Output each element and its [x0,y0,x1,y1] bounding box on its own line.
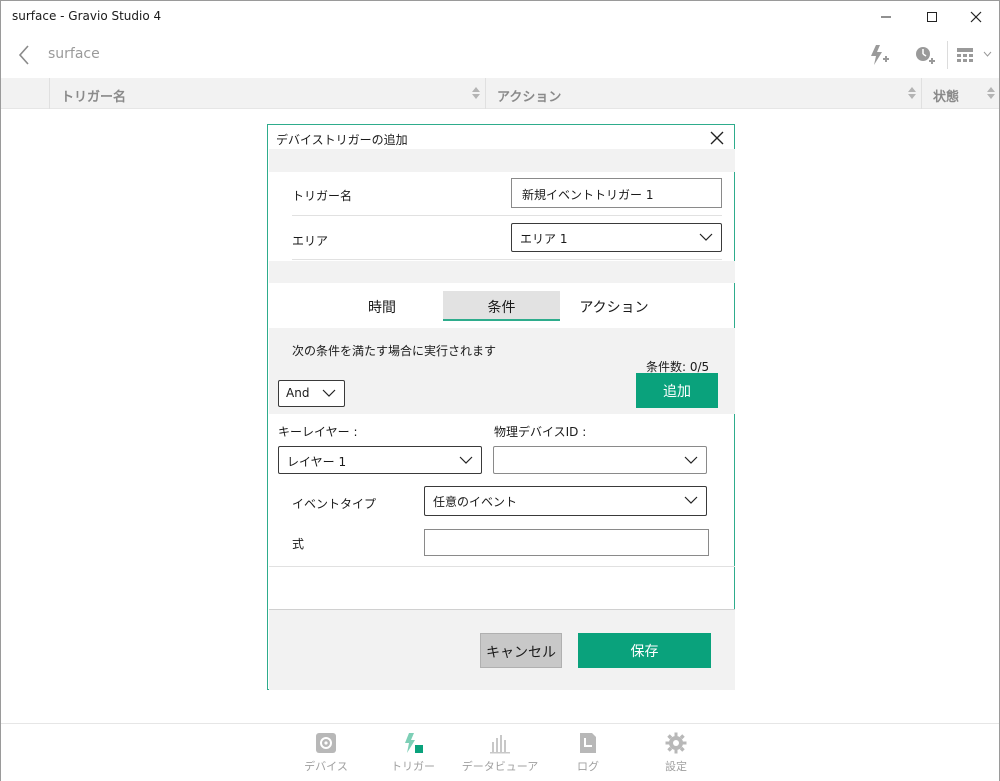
trigger-table-header: トリガー名 アクション 状態 [1,78,999,109]
tab-time[interactable]: 時間 [336,291,428,321]
trigger-name-label: トリガー名 [292,189,353,203]
nav-label-trigger: トリガー [391,760,435,773]
tab-action[interactable]: アクション [568,291,660,321]
nav-item-device[interactable]: デバイス [281,732,371,774]
chevron-down-icon [684,496,698,504]
close-icon [970,11,982,23]
column-separator [921,78,922,109]
dialog-title: デバイストリガーの追加 [276,133,408,147]
expression-input[interactable] [424,529,709,556]
app-window: surface - Gravio Studio 4 surface トリガー名 … [0,0,1000,781]
area-select-value: エリア 1 [520,232,568,246]
sort-icon[interactable] [986,85,996,101]
maximize-button[interactable] [909,1,955,33]
data-viewer-icon [490,735,510,754]
area-select[interactable]: エリア 1 [511,223,722,252]
divider [269,566,735,567]
column-separator [49,78,50,109]
add-trigger-icon[interactable] [867,43,891,67]
column-header-trigger-name[interactable]: トリガー名 [61,86,126,105]
column-separator [485,78,486,109]
area-label: エリア [292,234,329,248]
logic-select-value: And [286,386,310,400]
minimize-icon [881,16,891,18]
chevron-down-icon [322,389,336,397]
close-icon[interactable] [708,129,726,147]
condition-description: 次の条件を満たす場合に実行されます [292,344,497,358]
cancel-button[interactable]: キャンセル [480,633,562,668]
title-bar: surface - Gravio Studio 4 [1,1,999,33]
nav-label-device: デバイス [304,760,348,773]
maximize-icon [927,12,937,22]
chevron-down-icon [459,456,473,464]
nav-item-trigger[interactable]: トリガー [368,732,458,774]
key-layer-label: キーレイヤー : [278,425,358,439]
nav-label-settings: 設定 [665,760,687,773]
nav-label-data-viewer: データビューア [461,760,539,773]
sort-icon[interactable] [471,85,481,101]
settings-icon [665,732,687,754]
add-timer-icon[interactable] [913,43,937,67]
minimize-button[interactable] [863,1,909,33]
chevron-down-icon [699,233,713,241]
tab-condition[interactable]: 条件 [443,291,560,321]
view-toggle-icon[interactable] [955,43,979,67]
device-icon [316,733,336,753]
sort-icon[interactable] [907,85,917,101]
column-header-status[interactable]: 状態 [933,86,959,105]
bottom-navigation: デバイス トリガー データビューア ログ 設定 [1,723,999,781]
nav-item-data-viewer[interactable]: データビューア [455,732,545,774]
add-device-trigger-dialog: デバイストリガーの追加 トリガー名 新規イベントトリガー 1 エリア エリア 1… [267,124,735,690]
divider [292,215,722,216]
header-separator [947,41,948,69]
event-type-label: イベントタイプ [292,497,377,511]
section-band [269,261,735,283]
back-arrow-icon[interactable] [13,43,37,67]
expression-label: 式 [292,537,305,551]
window-title: surface - Gravio Studio 4 [12,9,162,23]
event-type-select-value: 任意のイベント [433,495,518,509]
log-icon [580,733,596,753]
chevron-down-icon [684,456,698,464]
header-band [269,149,735,172]
app-header: surface [1,33,999,77]
save-button[interactable]: 保存 [578,633,711,668]
chevron-down-icon[interactable] [983,51,992,57]
device-id-label: 物理デバイスID : [494,425,587,439]
trigger-icon [405,733,423,753]
app-title: surface [48,46,100,62]
trigger-name-input[interactable]: 新規イベントトリガー 1 [511,178,722,208]
event-type-select[interactable]: 任意のイベント [424,486,707,516]
nav-item-log[interactable]: ログ [543,732,633,774]
divider [292,259,722,260]
column-header-action[interactable]: アクション [497,86,561,105]
key-layer-select[interactable]: レイヤー 1 [278,446,482,474]
nav-item-settings[interactable]: 設定 [631,732,721,774]
nav-label-log: ログ [577,760,599,773]
logic-select[interactable]: And [278,380,345,407]
close-window-button[interactable] [953,1,999,33]
add-condition-button[interactable]: 追加 [636,373,718,408]
key-layer-select-value: レイヤー 1 [287,455,347,469]
device-id-select[interactable] [493,446,707,474]
